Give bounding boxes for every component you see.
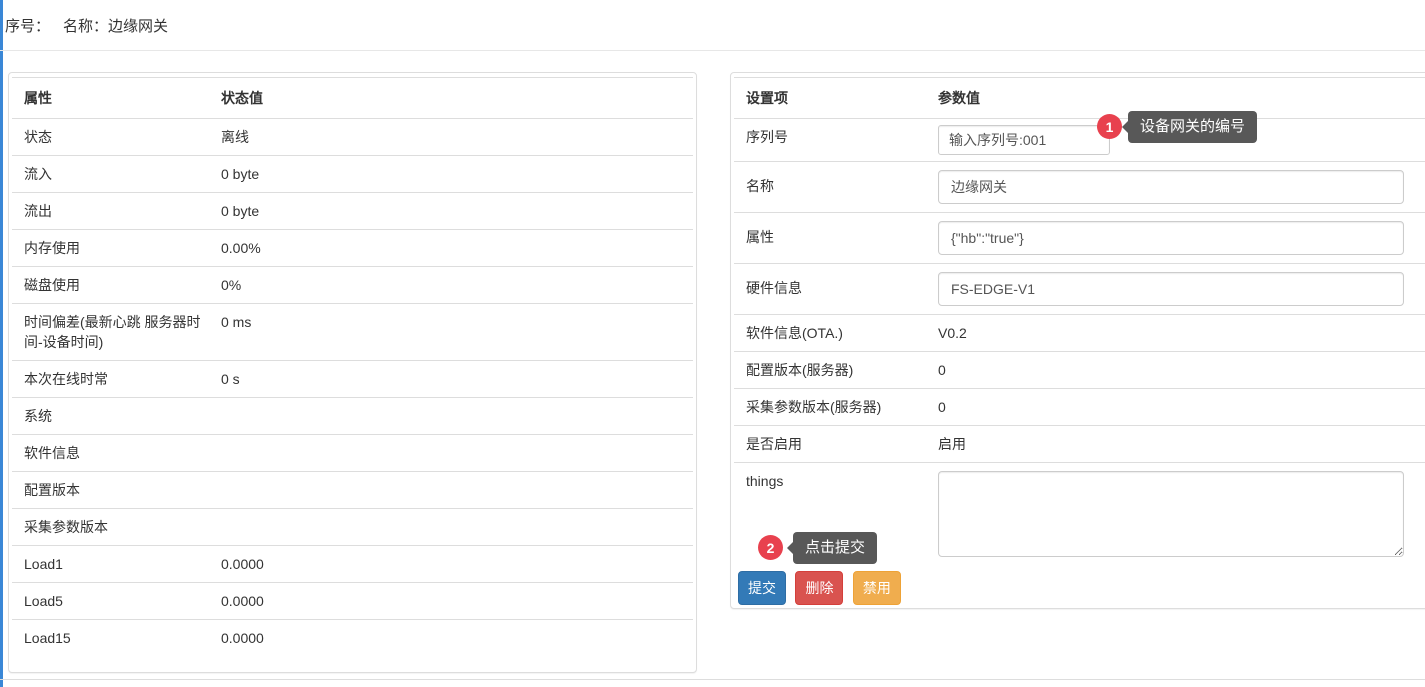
table-row: Load10.0000 bbox=[12, 546, 693, 583]
name-input[interactable] bbox=[938, 170, 1404, 204]
hardware-info-field-label: 硬件信息 bbox=[734, 264, 938, 315]
row-value: 离线 bbox=[221, 119, 693, 156]
page-title: 序号： 名称： 边缘网关 bbox=[5, 0, 168, 50]
things-textarea[interactable] bbox=[938, 471, 1404, 557]
status-table: 属性 状态值 状态离线流入0 byte流出0 byte内存使用0.00%磁盘使用… bbox=[12, 77, 693, 656]
row-label: 流入 bbox=[12, 156, 221, 193]
row-value: 0.00% bbox=[221, 230, 693, 267]
row-label: 软件信息 bbox=[12, 435, 221, 472]
row-value: 0 byte bbox=[221, 156, 693, 193]
row-value: 0.0000 bbox=[221, 583, 693, 620]
serial-number-input[interactable] bbox=[938, 125, 1110, 155]
row-value: 0 ms bbox=[221, 304, 693, 361]
status-table-body: 状态离线流入0 byte流出0 byte内存使用0.00%磁盘使用0%时间偏差(… bbox=[12, 119, 693, 657]
table-row: 是否启用启用 bbox=[734, 426, 1425, 463]
status-header-attribute: 属性 bbox=[12, 78, 221, 119]
settings-table: 设置项 参数值 序列号 名称 属性 bbox=[734, 77, 1425, 565]
row-label: 磁盘使用 bbox=[12, 267, 221, 304]
device-name-label: 名称： bbox=[63, 15, 108, 36]
table-row: 状态离线 bbox=[12, 119, 693, 156]
settings-readonly-rows: 软件信息(OTA.)V0.2配置版本(服务器)0采集参数版本(服务器)0是否启用… bbox=[734, 315, 1425, 463]
row-label: 软件信息(OTA.) bbox=[734, 315, 938, 352]
header-divider bbox=[0, 50, 1425, 51]
submit-button[interactable]: 提交 bbox=[738, 571, 786, 605]
name-field-label: 名称 bbox=[734, 162, 938, 213]
row-label: 采集参数版本(服务器) bbox=[734, 389, 938, 426]
delete-button[interactable]: 删除 bbox=[795, 571, 843, 605]
row-value bbox=[221, 509, 693, 546]
settings-header-item: 设置项 bbox=[734, 78, 938, 119]
table-row: 软件信息(OTA.)V0.2 bbox=[734, 315, 1425, 352]
serial-number-tooltip: 设备网关的编号 bbox=[1128, 111, 1257, 143]
hardware-info-row: 硬件信息 bbox=[734, 264, 1425, 315]
row-value: 0 bbox=[938, 352, 1425, 389]
table-row: 内存使用0.00% bbox=[12, 230, 693, 267]
row-label: Load15 bbox=[12, 620, 221, 657]
table-row: 本次在线时常0 s bbox=[12, 361, 693, 398]
table-row: 采集参数版本(服务器)0 bbox=[734, 389, 1425, 426]
status-panel: 属性 状态值 状态离线流入0 byte流出0 byte内存使用0.00%磁盘使用… bbox=[8, 72, 697, 673]
left-accent-bar bbox=[0, 0, 3, 687]
name-row: 名称 bbox=[734, 162, 1425, 213]
table-row: 系统 bbox=[12, 398, 693, 435]
row-label: 状态 bbox=[12, 119, 221, 156]
row-value bbox=[221, 435, 693, 472]
form-actions: 提交 删除 禁用 bbox=[738, 571, 1425, 605]
row-value bbox=[221, 472, 693, 509]
table-row: 配置版本 bbox=[12, 472, 693, 509]
row-label: 时间偏差(最新心跳 服务器时间-设备时间) bbox=[12, 304, 221, 361]
row-label: 采集参数版本 bbox=[12, 509, 221, 546]
status-table-header-row: 属性 状态值 bbox=[12, 78, 693, 119]
row-label: 系统 bbox=[12, 398, 221, 435]
attribute-row: 属性 bbox=[734, 213, 1425, 264]
row-label: 本次在线时常 bbox=[12, 361, 221, 398]
serial-number-field-label: 序列号 bbox=[734, 119, 938, 162]
table-row: 采集参数版本 bbox=[12, 509, 693, 546]
row-label: 流出 bbox=[12, 193, 221, 230]
settings-table-header-row: 设置项 参数值 bbox=[734, 78, 1425, 119]
row-label: 配置版本(服务器) bbox=[734, 352, 938, 389]
row-value: V0.2 bbox=[938, 315, 1425, 352]
row-value: 0 byte bbox=[221, 193, 693, 230]
status-header-value: 状态值 bbox=[221, 78, 693, 119]
table-row: 软件信息 bbox=[12, 435, 693, 472]
bottom-divider bbox=[0, 679, 1425, 680]
row-value: 0% bbox=[221, 267, 693, 304]
attribute-field-label: 属性 bbox=[734, 213, 938, 264]
row-label: Load1 bbox=[12, 546, 221, 583]
table-row: 流出0 byte bbox=[12, 193, 693, 230]
row-label: 配置版本 bbox=[12, 472, 221, 509]
row-value: 0 s bbox=[221, 361, 693, 398]
row-value: 0.0000 bbox=[221, 546, 693, 583]
device-name-value: 边缘网关 bbox=[108, 15, 168, 36]
row-label: 是否启用 bbox=[734, 426, 938, 463]
row-value bbox=[221, 398, 693, 435]
table-row: 时间偏差(最新心跳 服务器时间-设备时间)0 ms bbox=[12, 304, 693, 361]
row-label: 内存使用 bbox=[12, 230, 221, 267]
table-row: 磁盘使用0% bbox=[12, 267, 693, 304]
table-row: 配置版本(服务器)0 bbox=[734, 352, 1425, 389]
hardware-info-input[interactable] bbox=[938, 272, 1404, 306]
disable-button[interactable]: 禁用 bbox=[853, 571, 901, 605]
submit-tooltip: 点击提交 bbox=[793, 532, 877, 564]
table-row: 流入0 byte bbox=[12, 156, 693, 193]
row-value: 0 bbox=[938, 389, 1425, 426]
row-value: 0.0000 bbox=[221, 620, 693, 657]
table-row: Load50.0000 bbox=[12, 583, 693, 620]
row-label: Load5 bbox=[12, 583, 221, 620]
step-2-badge: 2 bbox=[758, 535, 783, 560]
settings-panel: 设置项 参数值 序列号 名称 属性 bbox=[730, 72, 1425, 609]
table-row: Load150.0000 bbox=[12, 620, 693, 657]
serial-number-label: 序号： bbox=[5, 15, 50, 36]
serial-number-row: 序列号 bbox=[734, 119, 1425, 162]
attribute-input[interactable] bbox=[938, 221, 1404, 255]
step-1-badge: 1 bbox=[1097, 114, 1122, 139]
row-value: 启用 bbox=[938, 426, 1425, 463]
